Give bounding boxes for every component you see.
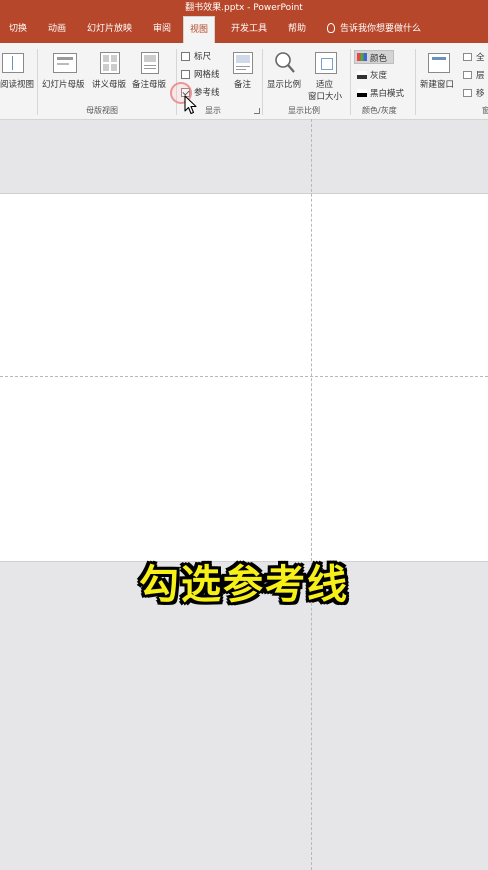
group-label-zoom: 显示比例 [288,106,320,115]
fit-line1[interactable]: 适应 [316,78,333,90]
separator [415,49,416,115]
ribbon-tabs: 切换 动画 幻灯片放映 审阅 视图 开发工具 帮助 告诉我你想要做什么 [0,16,488,44]
handout-master-icon [100,52,120,74]
tab-transitions[interactable]: 切换 [9,16,27,43]
title-bar: 翻书效果.pptx - PowerPoint [0,0,488,16]
separator [350,49,351,115]
reading-view-button[interactable]: 阅读视图 [0,78,34,90]
grayscale-button[interactable]: 灰度 [370,69,387,81]
arrange-all-icon [463,53,472,61]
vertical-guide[interactable] [311,119,312,870]
group-label-master-views: 母版视图 [86,106,118,115]
ribbon-view: 阅读视图 幻灯片母版 讲义母版 备注母版 母版视图 标尺 网格线 参考线 备注 … [0,43,488,120]
tab-review[interactable]: 审阅 [153,16,171,43]
slide-master-button[interactable]: 幻灯片母版 [42,78,85,90]
tab-animations[interactable]: 动画 [48,16,66,43]
show-dialog-launcher-icon[interactable] [254,108,260,114]
color-swatch-icon [357,53,367,61]
fit-to-window-icon [315,52,337,74]
video-caption: 勾选参考线 [139,562,349,608]
black-white-icon [357,89,367,97]
tab-help[interactable]: 帮助 [288,16,306,43]
color-label: 颜色 [370,54,388,64]
arrange-all-button[interactable]: 全 [476,51,485,63]
zoom-button[interactable]: 显示比例 [267,78,301,90]
separator [37,49,38,115]
ruler-label: 标尺 [194,52,212,62]
window-title: 翻书效果.pptx - PowerPoint [185,3,303,13]
move-split-button[interactable]: 移 [476,87,485,99]
notes-icon [233,52,253,74]
group-label-show: 显示 [205,106,221,115]
group-label-color: 颜色/灰度 [362,106,397,115]
ruler-checkbox[interactable] [181,52,190,61]
tab-slideshow[interactable]: 幻灯片放映 [87,16,132,43]
slide-canvas[interactable] [0,193,488,562]
gridlines-label: 网格线 [194,70,220,80]
fit-to-window-button[interactable]: 窗口大小 [308,90,342,102]
new-window-button[interactable]: 新建窗口 [420,78,454,90]
gridlines-checkbox[interactable] [181,70,190,79]
separator [262,49,263,115]
tab-view[interactable]: 视图 [183,16,216,44]
handout-master-button[interactable]: 讲义母版 [92,78,126,90]
new-window-icon [428,53,450,73]
lightbulb-icon [327,23,335,33]
horizontal-guide[interactable] [0,376,488,377]
tell-me-box[interactable]: 告诉我你想要做什么 [327,16,421,43]
notes-master-icon [141,52,159,74]
cascade-icon [463,71,472,79]
grayscale-icon [357,71,367,79]
notes-button[interactable]: 备注 [234,78,251,90]
group-label-window: 窗 [482,106,488,115]
tab-developer[interactable]: 开发工具 [231,16,267,43]
move-split-icon [463,89,472,97]
tell-me-text: 告诉我你想要做什么 [340,24,422,34]
mouse-cursor-icon [184,95,197,115]
notes-master-button[interactable]: 备注母版 [132,78,166,90]
zoom-magnifier-icon [275,52,295,73]
cascade-button[interactable]: 层 [476,69,485,81]
slide-master-icon [53,53,77,73]
reading-view-icon [2,53,24,73]
black-white-button[interactable]: 黑白模式 [370,87,404,99]
